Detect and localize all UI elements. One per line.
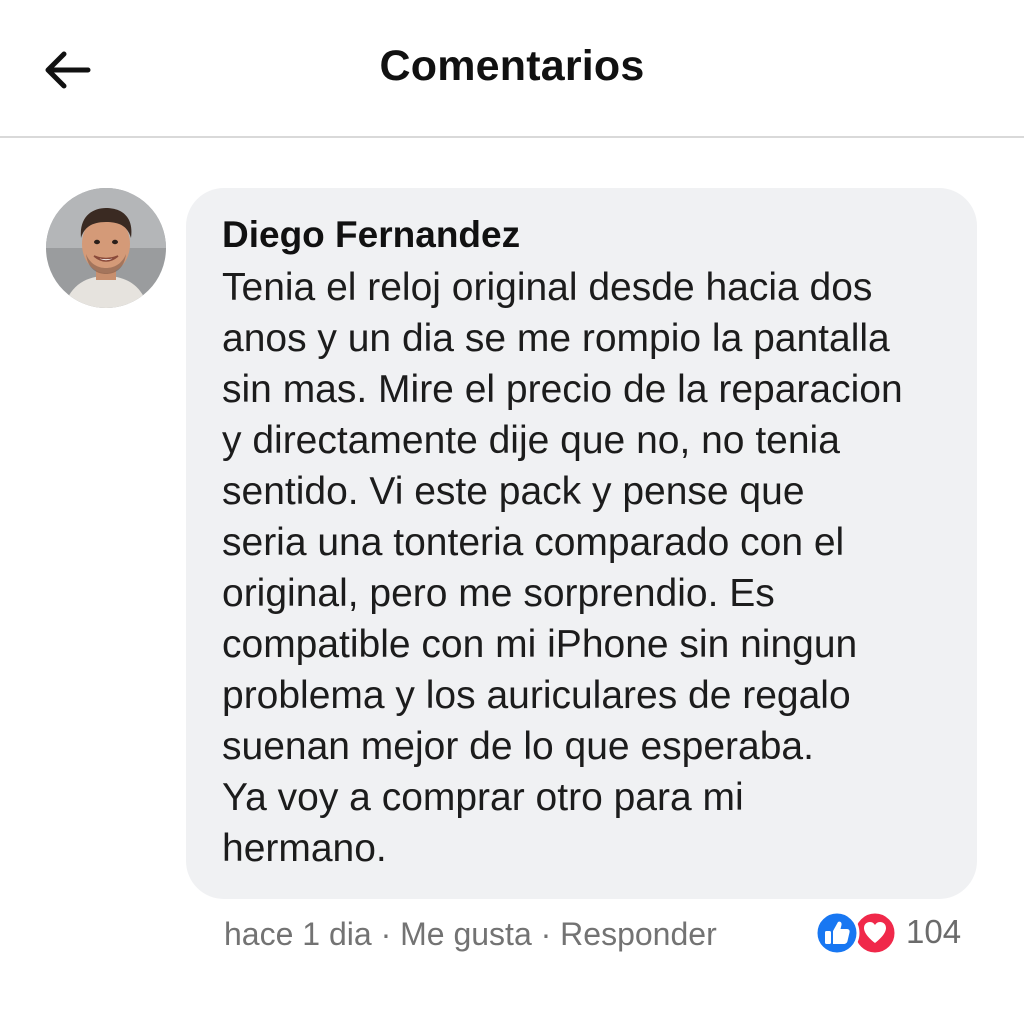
meta-separator: ·: [531, 916, 561, 952]
comment-meta: hace 1 dia · Me gusta · Responder: [224, 912, 717, 956]
avatar-image: [46, 188, 166, 308]
comment-bubble: Diego Fernandez Tenia el reloj original …: [186, 188, 977, 899]
reaction-icons: [814, 909, 898, 956]
like-link[interactable]: Me gusta: [400, 916, 532, 952]
page-title: Comentarios: [379, 42, 645, 90]
thumbs-up-icon: [814, 910, 860, 956]
reactions-summary[interactable]: 104: [814, 908, 961, 956]
comment-author[interactable]: Diego Fernandez: [222, 212, 957, 258]
comments-page: Comentarios Diego Fernandez Tenia el rel…: [0, 0, 1024, 1024]
header-bar: Comentarios: [0, 0, 1024, 138]
avatar[interactable]: [46, 188, 166, 308]
reply-link[interactable]: Responder: [560, 916, 717, 952]
reaction-count: 104: [906, 913, 962, 950]
comment-time: hace 1 dia: [224, 916, 372, 952]
comment-text: Tenia el reloj original desde hacia dos …: [222, 266, 903, 870]
meta-separator: ·: [371, 916, 401, 952]
